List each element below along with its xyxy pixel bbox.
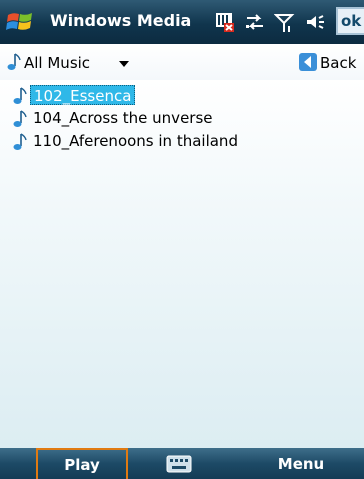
- music-note-icon: [13, 133, 27, 150]
- list-item[interactable]: 104_Across the unverse: [0, 107, 364, 129]
- music-note-icon: [7, 53, 21, 70]
- network-status-icon[interactable]: [214, 10, 236, 34]
- list-item[interactable]: 102_Essenca: [0, 84, 364, 106]
- data-connection-icon[interactable]: [244, 10, 266, 34]
- volume-icon[interactable]: [304, 10, 326, 34]
- music-note-icon: [13, 110, 27, 127]
- title-bar: Windows Media ok: [0, 0, 364, 44]
- play-softkey[interactable]: Play: [36, 448, 128, 479]
- app-title: Windows Media: [50, 11, 192, 30]
- track-title: 102_Essenca: [30, 85, 136, 105]
- list-item[interactable]: 110_Aferenoons in thailand: [0, 130, 364, 152]
- library-dropdown[interactable]: All Music: [24, 54, 90, 72]
- signal-strength-icon[interactable]: [274, 10, 296, 34]
- back-arrow-icon[interactable]: [298, 52, 318, 72]
- softkey-bar: Play Menu: [0, 448, 364, 479]
- windows-start-icon[interactable]: [4, 6, 36, 38]
- track-list: 102_Essenca 104_Across the unverse 110_A…: [0, 80, 364, 448]
- status-icons[interactable]: [214, 8, 326, 36]
- library-nav-bar: All Music Back: [0, 44, 364, 80]
- chevron-down-icon[interactable]: [118, 60, 130, 68]
- back-button[interactable]: Back: [320, 54, 356, 72]
- ok-button[interactable]: ok: [336, 7, 364, 35]
- music-note-icon: [13, 87, 27, 104]
- keyboard-icon[interactable]: [166, 454, 192, 474]
- menu-softkey[interactable]: Menu: [255, 448, 347, 479]
- track-title: 104_Across the unverse: [33, 109, 213, 127]
- track-title: 110_Aferenoons in thailand: [33, 132, 238, 150]
